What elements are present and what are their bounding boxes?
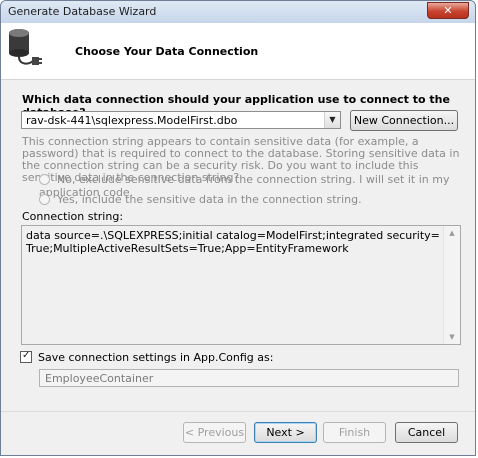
include-sensitive-label: Yes, include the sensitive data in the c… <box>57 193 362 206</box>
wizard-header: Choose Your Data Connection <box>1 23 475 80</box>
entity-container-field[interactable]: EmployeeContainer <box>39 369 459 387</box>
title-bar[interactable]: Generate Database Wizard ✕ <box>1 1 475 24</box>
scroll-up-icon[interactable]: ▲ <box>444 226 460 240</box>
connection-string-box[interactable]: data source=.\SQLEXPRESS;initial catalog… <box>21 225 461 345</box>
new-connection-button[interactable]: New Connection... <box>350 110 458 131</box>
finish-button[interactable]: Finish <box>323 422 386 443</box>
wizard-window: Generate Database Wizard ✕ Choose Your D… <box>0 0 476 456</box>
connection-dropdown[interactable]: rav-dsk-441\sqlexpress.ModelFirst.dbo ▼ <box>21 111 341 129</box>
close-button[interactable]: ✕ <box>427 2 469 19</box>
new-connection-label: New Connection... <box>353 114 455 127</box>
footer-divider <box>1 411 475 412</box>
database-plug-icon <box>9 29 42 65</box>
window-title: Generate Database Wizard <box>8 5 157 18</box>
save-settings-label: Save connection settings in App.Config a… <box>38 351 274 364</box>
include-sensitive-radio[interactable]: Yes, include the sensitive data in the c… <box>39 193 362 206</box>
connection-string-text[interactable]: data source=.\SQLEXPRESS;initial catalog… <box>26 229 444 255</box>
entity-container-value: EmployeeContainer <box>45 372 154 385</box>
previous-button[interactable]: < Previous <box>183 422 246 443</box>
radio-button[interactable] <box>39 174 50 185</box>
next-label: Next > <box>266 426 305 439</box>
previous-label: < Previous <box>184 426 245 439</box>
connection-dropdown-value: rav-dsk-441\sqlexpress.ModelFirst.dbo <box>26 114 238 127</box>
save-settings-row[interactable]: ✓ Save connection settings in App.Config … <box>20 350 274 364</box>
cancel-label: Cancel <box>407 426 446 439</box>
cancel-button[interactable]: Cancel <box>395 422 458 443</box>
radio-button[interactable] <box>39 194 50 205</box>
close-icon: ✕ <box>443 4 453 17</box>
chevron-down-icon[interactable]: ▼ <box>324 112 340 128</box>
page-title: Choose Your Data Connection <box>75 45 259 58</box>
connection-string-label: Connection string: <box>22 210 124 223</box>
checkmark-icon: ✓ <box>22 350 31 361</box>
vertical-scrollbar[interactable]: ▲ ▼ <box>443 226 460 344</box>
next-button[interactable]: Next > <box>254 422 317 443</box>
scroll-down-icon[interactable]: ▼ <box>444 330 460 344</box>
finish-label: Finish <box>338 426 371 439</box>
save-settings-checkbox[interactable]: ✓ <box>20 350 32 363</box>
